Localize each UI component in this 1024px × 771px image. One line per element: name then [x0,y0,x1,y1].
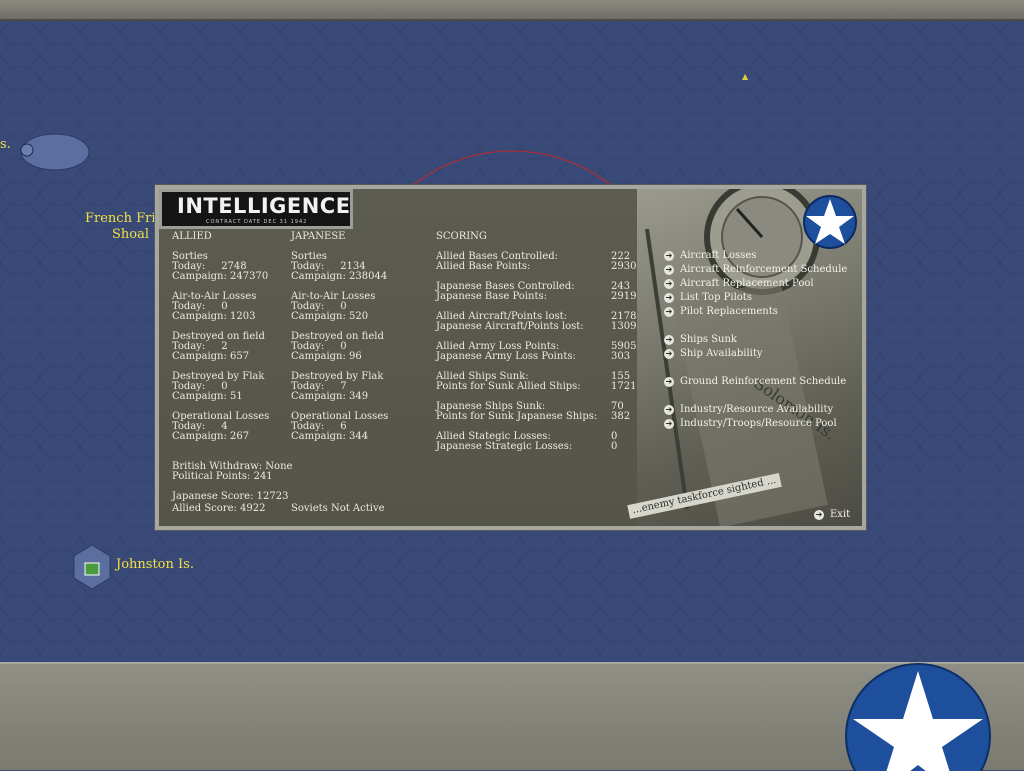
japanese-op-campaign: Campaign: 344 [291,431,369,442]
allied-star-icon [803,195,857,249]
scoring-label: Japanese Army Loss Points: [436,351,576,362]
menu-ship-availability[interactable]: ➔ Ship Availability [664,349,763,359]
map-label-johnston: Johnston Is. [116,557,194,572]
japanese-score: Japanese Score: 12723 [172,491,289,502]
scoring-value: 2919 [611,291,637,302]
arrow-icon: ➔ [664,419,674,429]
allied-flak-campaign: Campaign: 51 [172,391,243,402]
menu-ships-sunk[interactable]: ➔ Ships Sunk [664,335,737,345]
arrow-icon: ➔ [664,349,674,359]
scoring-value: 1309 [611,321,637,332]
arrow-icon: ➔ [664,251,674,261]
panel-title: INTELLIGENCE [177,194,351,218]
map-label-shoal: Shoal [112,227,150,242]
scoring-label: Japanese Strategic Losses: [436,441,573,452]
arrow-icon: ➔ [664,293,674,303]
arrow-icon: ➔ [664,377,674,387]
arrow-icon: ➔ [814,510,824,520]
allied-sorties-campaign: Campaign: 247370 [172,271,269,282]
allied-op-campaign: Campaign: 267 [172,431,250,442]
scoring-label: Points for Sunk Japanese Ships: [436,411,598,422]
menu-aircraft-reinforcement[interactable]: ➔ Aircraft Reinforcement Schedule [664,265,847,275]
base-marker-french-frigate [20,143,34,157]
arrow-icon: ➔ [664,265,674,275]
japanese-field-campaign: Campaign: 96 [291,351,362,362]
scoring-label: Points for Sunk Allied Ships: [436,381,581,392]
allied-roundel-icon [845,663,991,771]
base-marker-johnston [84,562,100,576]
menu-aircraft-replacement[interactable]: ➔ Aircraft Replacement Pool [664,279,814,289]
japanese-a2a-campaign: Campaign: 520 [291,311,369,322]
top-toolbar [0,0,1024,21]
scoring-value: 2930 [611,261,637,272]
menu-ground-reinforcement[interactable]: ➔ Ground Reinforcement Schedule [664,377,846,387]
scoring-header: SCORING [436,231,487,242]
scoring-value: 0 [611,441,618,452]
allied-field-campaign: Campaign: 657 [172,351,250,362]
map-label-french-frigate: French Frig [85,211,164,226]
ship-marker: ▲ [742,72,749,81]
contract-date: CONTRACT DATE DEC 31 1942 [206,219,308,225]
scoring-label: Allied Base Points: [436,261,531,272]
scoring-value: 303 [611,351,631,362]
bottom-toolbar [0,662,1024,771]
menu-aircraft-losses[interactable]: ➔ Aircraft Losses [664,251,756,261]
allied-a2a-campaign: Campaign: 1203 [172,311,256,322]
arrow-icon: ➔ [664,405,674,415]
japanese-flak-campaign: Campaign: 349 [291,391,369,402]
menu-industry-troops[interactable]: ➔ Industry/Troops/Resource Pool [664,419,837,429]
allied-header: ALLIED [172,231,212,242]
japanese-header: JAPANESE [291,231,346,242]
intelligence-panel: Solomon Is. ...enemy taskforce sighted .… [154,184,867,531]
map-label-island-fragment: s. [0,137,11,152]
menu-industry-resource[interactable]: ➔ Industry/Resource Availability [664,405,833,415]
arrow-icon: ➔ [664,335,674,345]
menu-top-pilots[interactable]: ➔ List Top Pilots [664,293,752,303]
scoring-value: 382 [611,411,631,422]
arrow-icon: ➔ [664,307,674,317]
japanese-sorties-campaign: Campaign: 238044 [291,271,388,282]
allied-score: Allied Score: 4922 [172,503,266,514]
title-plate: INTELLIGENCE CONTRACT DATE DEC 31 1942 [159,189,353,229]
political-points: Political Points: 241 [172,471,273,482]
menu-pilot-replacements[interactable]: ➔ Pilot Replacements [664,307,778,317]
exit-button[interactable]: ➔ Exit [814,510,850,520]
scoring-label: Japanese Base Points: [436,291,547,302]
arrow-icon: ➔ [664,279,674,289]
soviets-status: Soviets Not Active [291,503,385,514]
scoring-value: 1721 [611,381,637,392]
scoring-label: Japanese Aircraft/Points lost: [436,321,584,332]
